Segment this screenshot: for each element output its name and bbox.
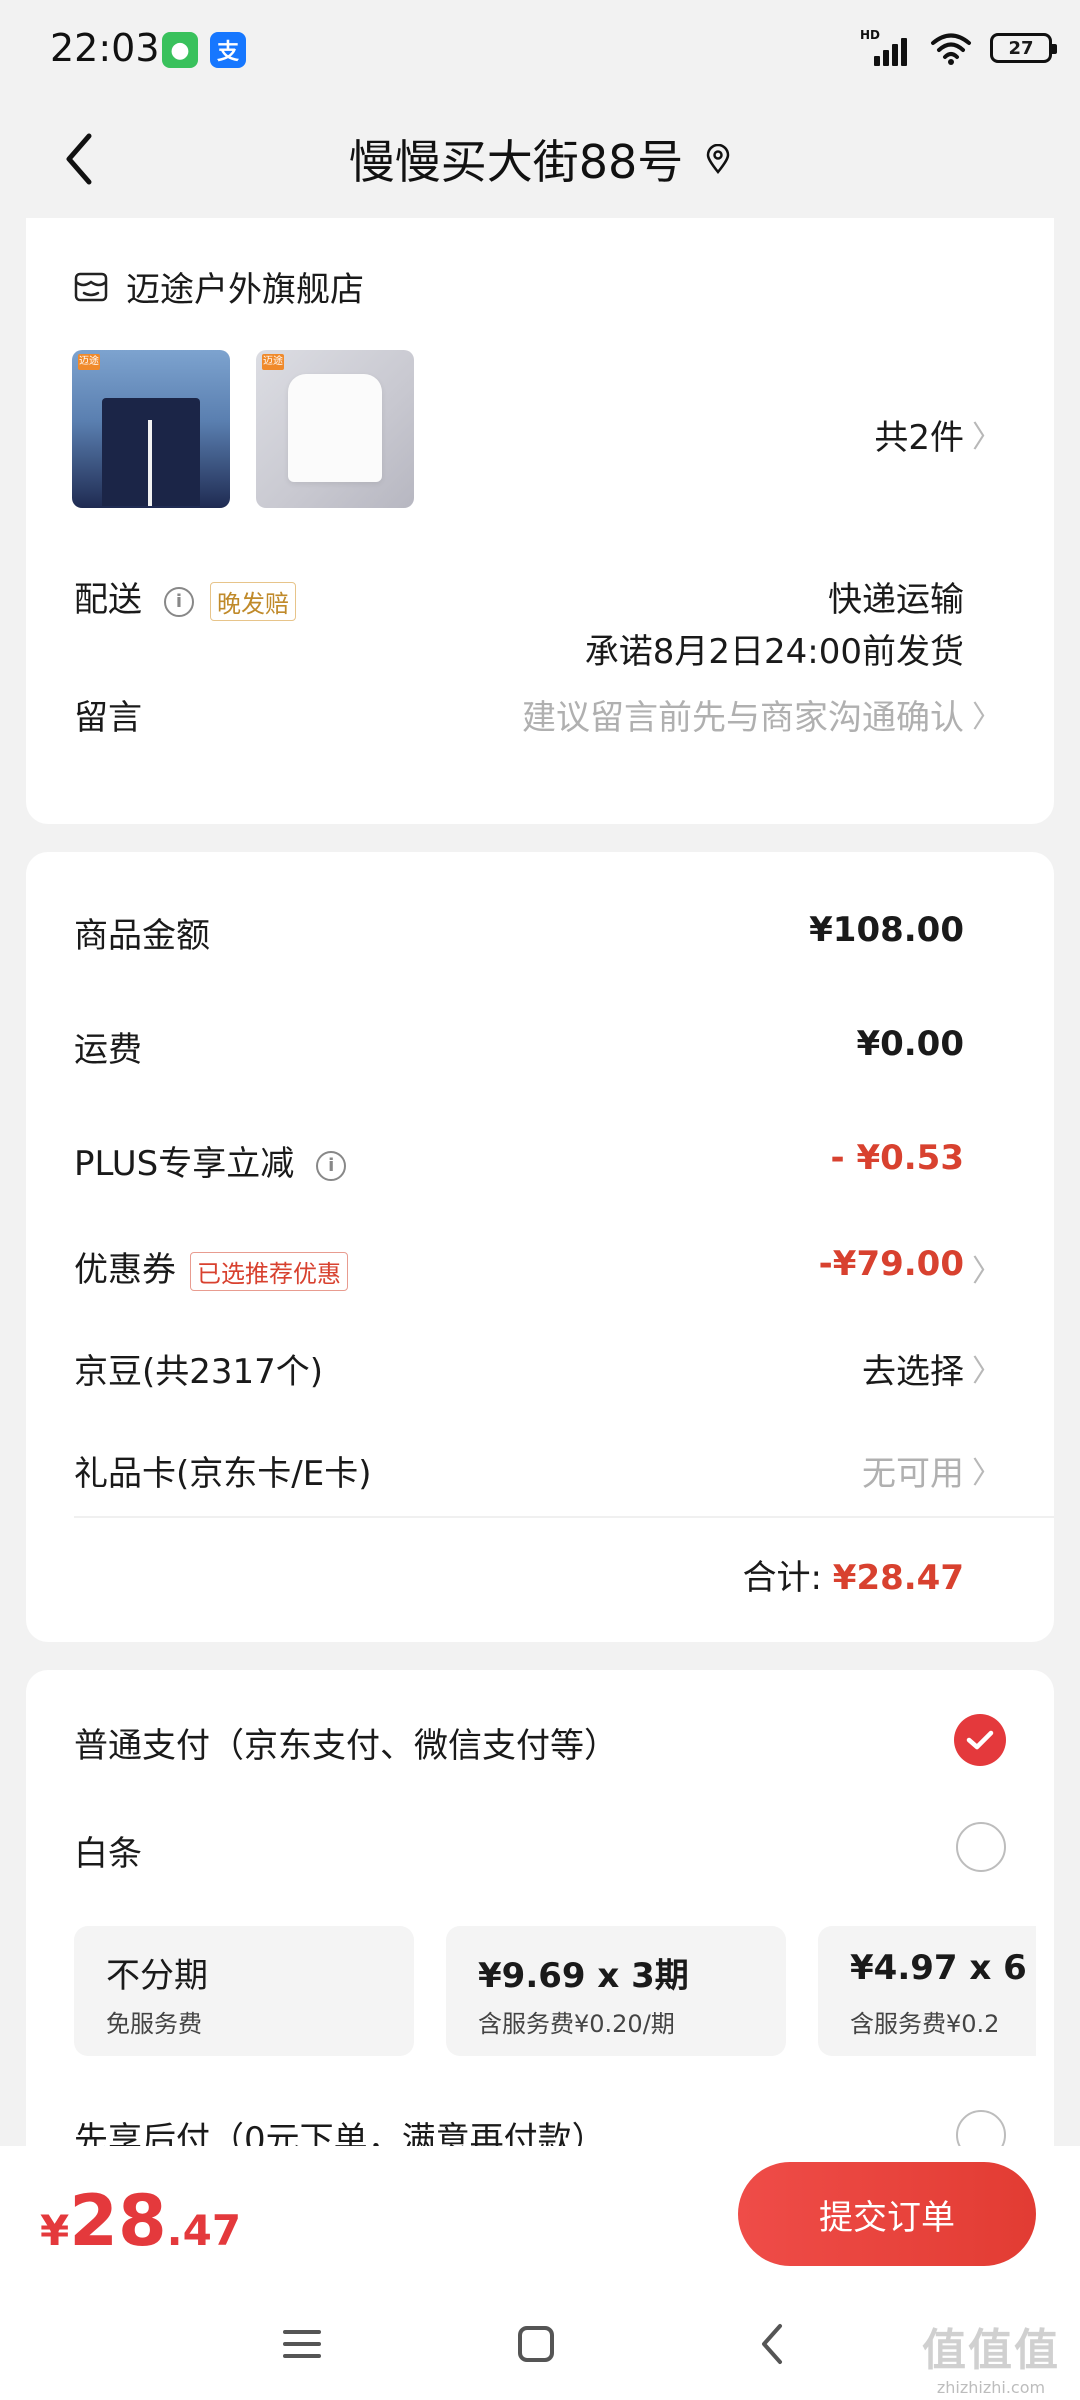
checkmark-icon [966,1730,994,1750]
price-summary-card: 商品金额 ¥108.00 运费 ¥0.00 PLUS专享立减 i - ¥0.53 … [26,852,1054,1642]
shipping-label: 运费 [74,1030,142,1070]
installment-option[interactable]: ¥9.69 x 3期 含服务费¥0.20/期 [446,1926,786,2056]
system-icons: HD 27 [860,28,1057,66]
plan-sub: 含服务费¥0.20/期 [478,2010,675,2038]
delivery-promise: 承诺8月2日24:00前发货 [584,632,964,672]
chevron-right-icon: 〉 [972,1456,1002,1491]
address-title[interactable]: 慢慢买大街88号 [0,126,1080,192]
plus-discount-value: - ¥0.53 [830,1138,965,1178]
watermark-url: zhizhizhi.com [936,2378,1046,2397]
payment-card: 普通支付（京东支付、微信支付等） 白条 不分期 免服务费 ¥9.69 x 3期 … [26,1670,1054,2170]
back-triangle-icon [762,2324,782,2364]
baitiao-radio[interactable] [956,1822,1006,1872]
checkout-bar: ¥28.47 提交订单 值值值 zhizhizhi.com [0,2146,1080,2400]
message-input[interactable]: 建议留言前先与商家沟通确认 [522,690,964,739]
coupon-label: 优惠券 [74,1250,176,1290]
chevron-right-icon: 〉 [972,420,1002,455]
status-time: 22:03 [50,26,160,70]
installment-option[interactable]: ¥4.97 x 6 含服务费¥0.2 [818,1926,1036,2056]
home-square-icon [518,2326,554,2362]
nav-home-button[interactable] [506,2314,566,2374]
shorts-image [102,398,200,506]
menu-icon [283,2330,321,2358]
location-pin-icon [707,144,730,174]
shop-card: 迈途户外旗舰店 迈途 迈途 共2件 〉 配送 i 晚发赔 快递运输 承诺8月2日24… [26,218,1054,824]
plan-main: ¥4.97 x 6 [850,1948,1027,1988]
battery-icon: 27 [990,33,1057,63]
product-thumbnail-tshirt[interactable]: 迈途 [256,350,414,508]
message-label: 留言 [74,698,142,738]
gift-card-value[interactable]: 无可用 [862,1446,964,1495]
delivery-label: 配送 [74,580,142,620]
store-icon [74,272,108,301]
store-header[interactable]: 迈途户外旗舰店 [74,262,364,311]
coupon-value[interactable]: -¥79.00 [819,1244,964,1284]
total-value: ¥28.47 [832,1558,964,1598]
installment-option[interactable]: 不分期 免服务费 [74,1926,414,2056]
normal-pay-label[interactable]: 普通支付（京东支付、微信支付等） [74,1718,618,1767]
goods-amount-value: ¥108.00 [809,910,964,950]
brand-tag: 迈途 [78,354,100,370]
chevron-right-icon: 〉 [972,1254,1002,1289]
late-delivery-badge: 晚发赔 [210,582,296,621]
delivery-method: 快递运输 [828,580,964,620]
watermark: 值值值 zhizhizhi.com [922,2314,1060,2397]
chevron-right-icon: 〉 [972,1354,1002,1389]
store-name: 迈途户外旗舰店 [126,270,364,310]
product-thumbnail-shorts[interactable]: 迈途 [72,350,230,508]
normal-pay-radio[interactable] [954,1714,1006,1766]
nav-menu-button[interactable] [272,2314,332,2374]
gift-card-label: 礼品卡(京东卡/E卡) [74,1454,372,1494]
plus-discount-row: PLUS专享立减 i [74,1136,347,1185]
plan-sub: 含服务费¥0.2 [850,2010,1000,2038]
info-icon[interactable]: i [316,1150,347,1181]
plan-sub: 免服务费 [106,2010,202,2038]
plan-main: 不分期 [106,1956,208,1996]
nav-back-button[interactable] [742,2314,802,2374]
item-count[interactable]: 共2件 [874,410,964,459]
page-header: 慢慢买大街88号 [0,100,1080,218]
alipay-icon: 支 [210,32,246,68]
chevron-right-icon: 〉 [972,700,1002,735]
brand-tag: 迈途 [262,354,284,370]
battery-level: 27 [1008,37,1034,59]
total-label: 合计: [742,1558,822,1598]
submit-order-button[interactable]: 提交订单 [738,2162,1036,2266]
checkout-total: ¥28.47 [40,2180,241,2262]
plus-discount-label: PLUS专享立减 [74,1144,295,1184]
wechat-icon: ● [162,32,198,68]
installment-plans: 不分期 免服务费 ¥9.69 x 3期 含服务费¥0.20/期 ¥4.97 x … [74,1926,1036,2062]
status-bar: 22:03 ● 支 HD 27 [0,0,1080,100]
delivery-row: 配送 i 晚发赔 [74,572,296,621]
jd-beans-select[interactable]: 去选择 [862,1344,964,1393]
total-row: 合计: ¥28.47 [743,1550,964,1599]
tshirt-image [288,374,382,482]
network-type: HD [860,28,881,42]
goods-amount-label: 商品金额 [74,916,210,956]
coupon-row[interactable]: 优惠券 已选推荐优惠 [74,1242,348,1291]
jd-beans-label: 京豆(共2317个) [74,1352,324,1392]
page-title: 慢慢买大街88号 [348,135,684,189]
shipping-value: ¥0.00 [856,1024,964,1064]
baitiao-label[interactable]: 白条 [74,1826,142,1875]
currency-symbol: ¥ [40,2206,70,2255]
wifi-icon [931,33,971,65]
watermark-logo: 值值值 [922,2325,1060,2376]
plan-main: ¥9.69 x 3期 [478,1956,689,1996]
signal-icon: HD [860,28,912,66]
info-icon[interactable]: i [164,586,194,617]
coupon-badge: 已选推荐优惠 [190,1252,348,1291]
total-integer: 28 [69,2180,167,2262]
divider [74,1516,1054,1518]
total-decimal: .47 [166,2206,242,2255]
